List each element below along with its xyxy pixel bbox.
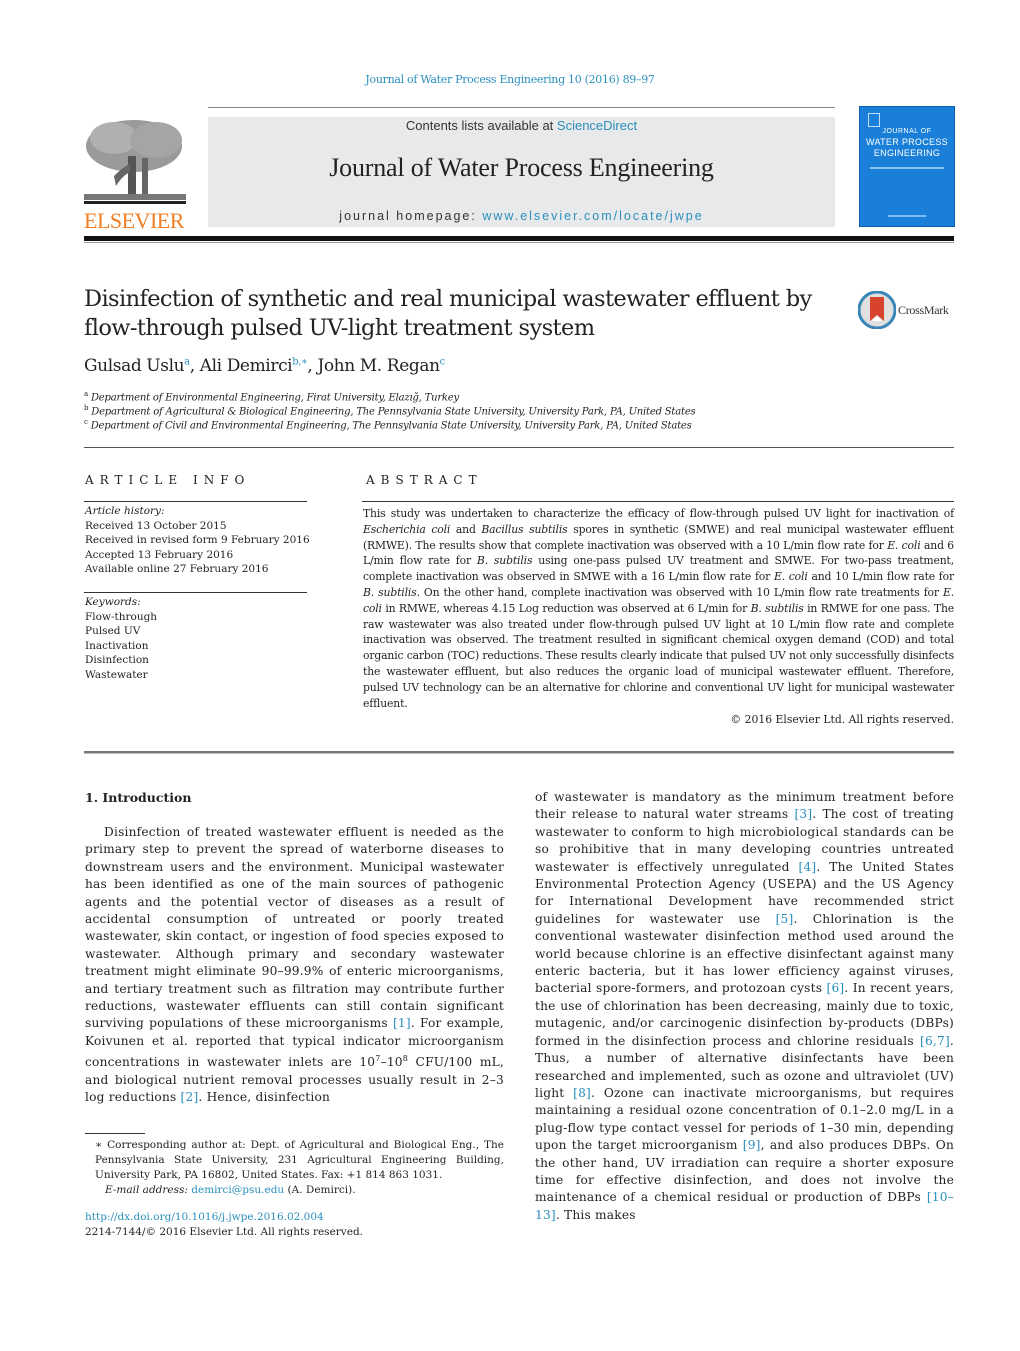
citation-ref-link[interactable]: [6,7] [920,1034,950,1048]
email-label: E-mail address: [105,1184,192,1196]
homepage-link[interactable]: www.elsevier.com/locate/jwpe [482,209,703,223]
keyword-item: Wastewater [85,668,148,681]
italic-term: Bacillus subtilis [481,522,568,536]
affiliation-key: c [84,418,88,426]
cover-title-line1: JOURNAL OF [882,128,932,135]
elsevier-wordmark: ELSEVIER [84,208,184,233]
history-item: Received in revised form 9 February 2016 [85,534,310,546]
affiliation-text: Department of Civil and Environmental En… [90,420,692,432]
section-heading-introduction: 1. Introduction [85,790,192,805]
italic-term: E. coli [363,585,954,615]
citation-ref-link[interactable]: [10–13] [535,1190,954,1221]
author-name[interactable]: John M. Regan [317,356,440,376]
keyword-item: Pulsed UV [85,625,141,637]
author-list: Gulsad Uslua, Ali Demircib,∗, John M. Re… [84,356,445,376]
header-divider-thick [84,236,954,241]
affiliation: a Department of Environmental Engineerin… [84,390,459,403]
intro-paragraph-continued: of wastewater is mandatory as the minimu… [535,790,954,1222]
affiliation: c Department of Civil and Environmental … [84,418,692,431]
article-history: Article history: Received 13 October 201… [85,504,310,577]
elsevier-logo[interactable]: ELSEVIER [84,116,186,232]
affiliation: b Department of Agricultural & Biologica… [84,404,696,418]
affiliation-text: Department of Agricultural & Biological … [91,406,696,418]
header-divider-thin [84,242,954,243]
superscript: 7 [375,1054,381,1064]
cover-logo-icon [868,113,880,127]
body-column-right: of wastewater is mandatory as the minimu… [535,789,954,1224]
citation-ref-link[interactable]: [9] [743,1138,761,1152]
citation-ref-link[interactable]: [8] [573,1086,591,1100]
divider [362,501,954,502]
cover-footer-line [888,215,926,217]
email-link[interactable]: demirci@psu.edu [191,1184,284,1196]
author-affil-marker[interactable]: c [440,356,446,367]
italic-term: Escherichia coli [363,522,451,536]
body-column-left: Disinfection of treated wastewater efflu… [85,824,504,1107]
citation-ref-link[interactable]: [5] [776,912,794,926]
issn-copyright: 2214-7144/© 2016 Elsevier Ltd. All right… [85,1226,364,1238]
homepage-line: journal homepage: www.elsevier.com/locat… [208,209,835,223]
cover-title-line2: WATER PROCESS [866,137,948,147]
keyword-item: Inactivation [85,639,149,652]
crossmark-badge[interactable]: CrossMark [857,290,958,331]
keyword-item: Disinfection [85,654,149,666]
intro-paragraph: Disinfection of treated wastewater efflu… [85,825,505,1105]
italic-term: E. coli [887,538,921,552]
article-history-label: Article history: [85,505,165,517]
citation-ref-link[interactable]: [6] [827,981,845,995]
divider [84,447,954,448]
author-affil-marker[interactable]: b,∗ [292,356,308,367]
affiliation-text: Department of Environmental Engineering,… [90,392,459,404]
crossmark-icon [857,290,897,330]
affiliation-key: b [84,404,89,412]
crossmark-label: CrossMark [898,303,949,317]
footnote-divider [85,1133,145,1134]
corresponding-author-note: ∗ Corresponding author at: Dept. of Agri… [95,1139,504,1181]
italic-term: B. subtilis [750,601,804,615]
sciencedirect-link[interactable]: ScienceDirect [557,118,637,133]
email-line: E-mail address: demirci@psu.edu (A. Demi… [85,1183,504,1198]
elsevier-tree-icon [84,116,186,204]
italic-term: B. subtilis [363,585,417,599]
divider [84,751,954,754]
history-item: Accepted 13 February 2016 [85,548,234,561]
journal-title: Journal of Water Process Engineering [329,153,714,182]
article-info-heading: ARTICLE INFO [85,473,251,487]
history-item: Received 13 October 2015 [85,519,227,532]
journal-cover-thumbnail[interactable]: JOURNAL OF WATER PROCESS ENGINEERING [860,107,954,226]
abstract-heading: ABSTRACT [366,473,483,487]
divider [84,592,307,593]
abstract-text: This study was undertaken to characteriz… [363,507,955,710]
author-name[interactable]: Gulsad Uslu [84,356,185,376]
journal-masthead: Contents lists available at ScienceDirec… [208,117,835,227]
homepage-prefix: journal homepage: [339,209,483,223]
superscript: 8 [402,1054,409,1064]
divider [208,107,835,108]
journal-citation-link[interactable]: Journal of Water Process Engineering 10 … [0,73,1020,86]
author-name[interactable]: Ali Demirci [200,356,293,376]
italic-term: E. coli [773,570,808,584]
divider [84,501,307,502]
footnote: ∗ Corresponding author at: Dept. of Agri… [85,1138,504,1198]
italic-term: B. subtilis [476,554,533,568]
author-affil-marker[interactable]: a [184,356,190,367]
cover-title-line3: ENGINEERING [873,148,941,158]
abstract-copyright: © 2016 Elsevier Ltd. All rights reserved… [730,713,954,726]
citation-ref-link[interactable]: [3] [794,807,812,821]
keywords-list: Keywords: Flow-through Pulsed UV Inactiv… [85,595,157,682]
citation-ref-link[interactable]: [1] [393,1016,411,1030]
doi-link[interactable]: http://dx.doi.org/10.1016/j.jwpe.2016.02… [85,1211,324,1223]
citation-ref-link[interactable]: [4] [798,860,816,874]
history-item: Available online 27 February 2016 [85,563,269,575]
article-title: Disinfection of synthetic and real munic… [84,286,812,341]
cover-editor-line [870,167,944,169]
citation-ref-link[interactable]: [2] [181,1090,199,1104]
keyword-item: Flow-through [85,610,158,623]
contents-prefix: Contents lists available at [405,118,557,133]
keywords-label: Keywords: [85,596,141,608]
contents-line: Contents lists available at ScienceDirec… [208,118,835,133]
affiliation-key: a [84,390,88,398]
email-suffix: (A. Demirci). [284,1184,356,1196]
